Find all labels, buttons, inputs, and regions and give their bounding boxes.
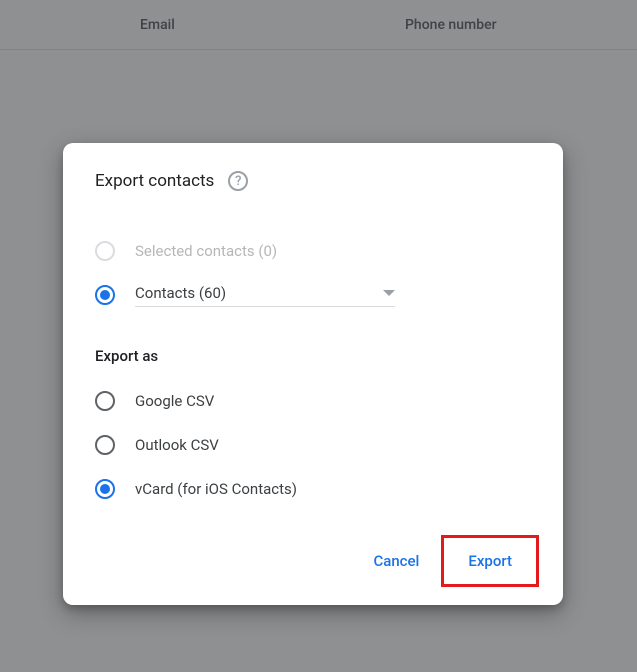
radio-label: vCard (for iOS Contacts)	[135, 480, 297, 498]
export-scope-group: Selected contacts (0) Contacts (60)	[63, 229, 563, 317]
radio-icon	[95, 285, 115, 305]
cancel-button[interactable]: Cancel	[359, 535, 433, 587]
select-value: Contacts (60)	[135, 284, 226, 302]
help-icon[interactable]: ?	[228, 171, 248, 191]
export-as-label: Export as	[63, 347, 563, 365]
radio-selected-contacts: Selected contacts (0)	[95, 229, 531, 273]
radio-contacts[interactable]: Contacts (60)	[95, 273, 531, 317]
export-button-highlight: Export	[441, 535, 539, 587]
chevron-down-icon	[383, 290, 395, 296]
export-format-group: Google CSV Outlook CSV vCard (for iOS Co…	[63, 379, 563, 511]
radio-icon	[95, 391, 115, 411]
radio-google-csv[interactable]: Google CSV	[95, 379, 531, 423]
dialog-header: Export contacts ?	[63, 171, 563, 191]
radio-icon	[95, 479, 115, 499]
radio-icon	[95, 241, 115, 261]
radio-label: Google CSV	[135, 392, 214, 410]
radio-label: Selected contacts (0)	[135, 242, 277, 260]
contacts-select[interactable]: Contacts (60)	[135, 284, 395, 307]
radio-vcard[interactable]: vCard (for iOS Contacts)	[95, 467, 531, 511]
export-contacts-dialog: Export contacts ? Selected contacts (0) …	[63, 143, 563, 605]
dialog-title: Export contacts	[95, 171, 214, 191]
export-button[interactable]: Export	[454, 542, 526, 580]
radio-icon	[95, 435, 115, 455]
radio-label: Outlook CSV	[135, 436, 219, 454]
radio-outlook-csv[interactable]: Outlook CSV	[95, 423, 531, 467]
dialog-actions: Cancel Export	[63, 535, 563, 587]
